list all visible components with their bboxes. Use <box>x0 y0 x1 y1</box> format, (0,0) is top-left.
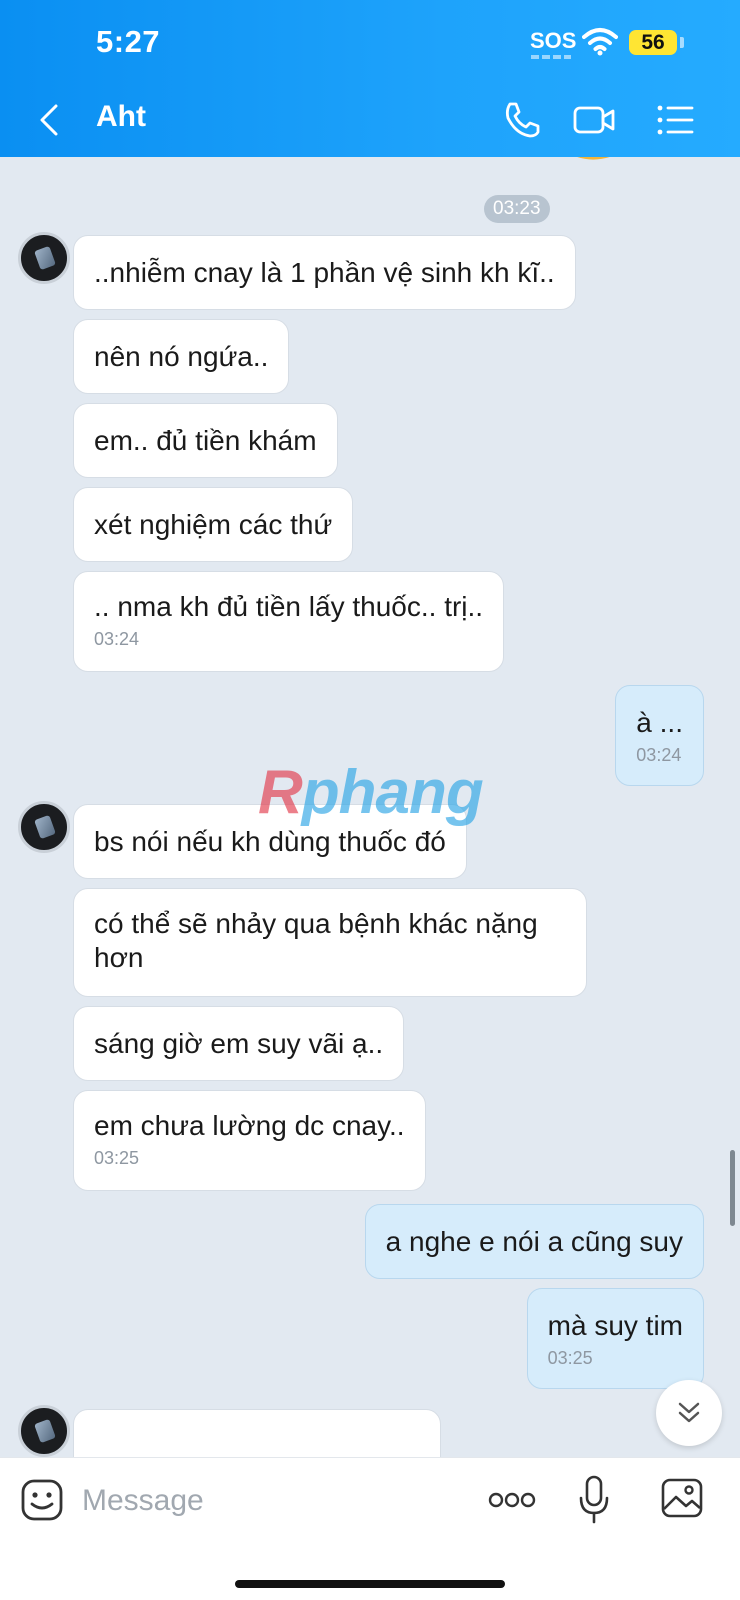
status-time: 5:27 <box>96 24 161 59</box>
message-text: có thể sẽ nhảy qua bệnh khác nặng hơn <box>94 908 538 973</box>
message-bubble[interactable]: em.. đủ tiền khám <box>73 403 338 478</box>
message-text: bs nói nếu kh dùng thuốc đó <box>94 826 446 857</box>
signal-dots <box>531 55 571 59</box>
message-input-bar: Message <box>0 1457 740 1600</box>
scrollbar-thumb[interactable] <box>730 1150 735 1226</box>
sticker-icon[interactable] <box>20 1478 64 1522</box>
chat-header: 5:27 SOS 56 Aht <box>0 0 740 157</box>
time-divider: 03:23 <box>484 195 550 223</box>
message-text: à ... <box>636 707 683 738</box>
message-text: em.. đủ tiền khám <box>94 425 317 456</box>
conversation-title: Aht <box>96 100 146 133</box>
battery-tip <box>680 37 684 48</box>
message-time: 03:25 <box>547 1348 593 1368</box>
more-icon[interactable] <box>488 1488 536 1512</box>
scroll-down-icon <box>678 1402 700 1423</box>
message-text: nên nó ngứa.. <box>94 341 269 372</box>
message-bubble-outgoing[interactable]: à ... 03:24 <box>615 685 704 786</box>
message-text: .. nma kh đủ tiền lấy thuốc.. trị.. <box>94 591 484 622</box>
message-bubble[interactable]: có thể sẽ nhảy qua bệnh khác nặng hơn <box>73 888 587 997</box>
message-bubble[interactable]: nên nó ngứa.. <box>73 319 290 394</box>
scroll-down-button[interactable] <box>656 1380 722 1446</box>
phone-icon[interactable] <box>500 98 544 142</box>
message-bubble[interactable]: .. nma kh đủ tiền lấy thuốc.. trị.. 03:2… <box>73 571 505 672</box>
message-bubble[interactable]: ..nhiễm cnay là 1 phần vệ sinh kh kĩ.. <box>73 235 576 310</box>
message-text: xét nghiệm các thứ <box>94 509 333 540</box>
battery-indicator: 56 <box>629 30 677 55</box>
avatar[interactable] <box>18 232 70 284</box>
sticker-image <box>577 157 610 160</box>
message-bubble[interactable]: sáng giờ em suy vãi ạ.. <box>73 1006 405 1081</box>
message-text: a nghe e nói a cũng suy <box>385 1226 683 1257</box>
message-bubble-outgoing[interactable]: a nghe e nói a cũng suy <box>364 1204 704 1279</box>
microphone-icon[interactable] <box>578 1474 610 1526</box>
message-bubble[interactable]: em chưa lường dc cnay.. 03:25 <box>73 1090 426 1191</box>
image-icon[interactable] <box>660 1476 704 1520</box>
home-indicator[interactable] <box>235 1580 505 1588</box>
wifi-icon <box>582 28 618 56</box>
video-call-icon[interactable] <box>572 98 616 142</box>
message-bubble[interactable] <box>73 1409 441 1457</box>
message-bubble-outgoing[interactable]: mà suy tim 03:25 <box>526 1288 704 1389</box>
sos-indicator: SOS <box>530 28 577 53</box>
message-time: 03:24 <box>94 629 140 649</box>
message-text: sáng giờ em suy vãi ạ.. <box>94 1028 384 1059</box>
message-text: ..nhiễm cnay là 1 phần vệ sinh kh kĩ.. <box>94 257 555 288</box>
message-bubble[interactable]: xét nghiệm các thứ <box>73 487 354 562</box>
message-time: 03:25 <box>94 1148 140 1168</box>
watermark-logo: Rphang <box>258 758 484 827</box>
message-input[interactable]: Message <box>82 1484 462 1528</box>
message-text: mà suy tim <box>547 1310 683 1341</box>
avatar[interactable] <box>18 1405 70 1457</box>
back-icon[interactable] <box>34 100 64 140</box>
message-time: 03:24 <box>636 745 682 765</box>
avatar[interactable] <box>18 801 70 853</box>
menu-list-icon[interactable] <box>654 98 698 142</box>
message-text: em chưa lường dc cnay.. <box>94 1110 405 1141</box>
